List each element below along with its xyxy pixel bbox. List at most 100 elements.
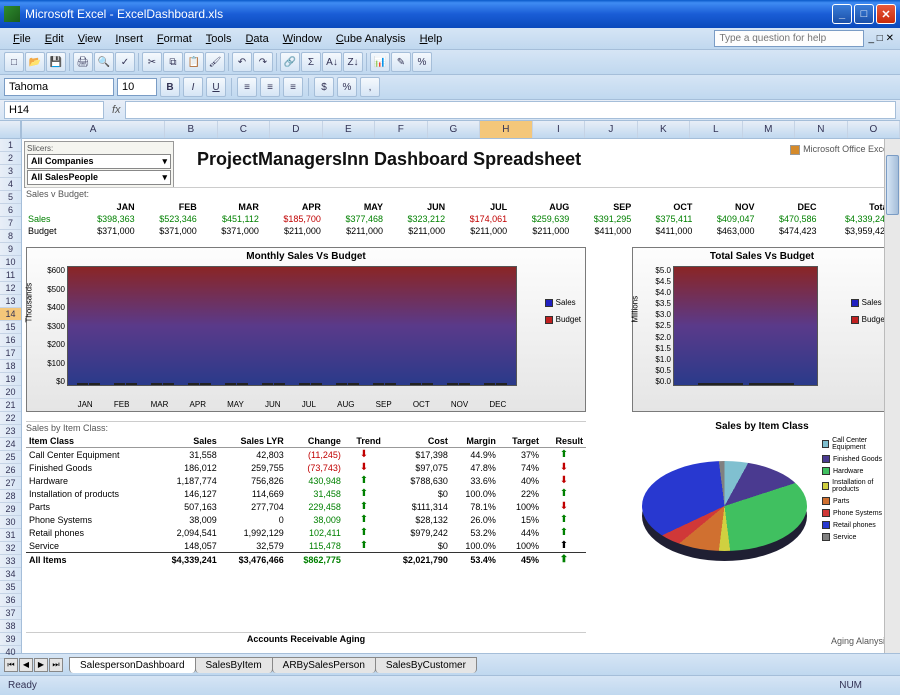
chart-total-sales-vs-budget[interactable]: Total Sales Vs Budget Millions $5.0$4.5$…	[632, 247, 892, 412]
comma-button[interactable]: ,	[360, 77, 380, 97]
menu-window[interactable]: Window	[276, 31, 329, 47]
scrollbar-thumb[interactable]	[886, 155, 899, 215]
slicer-company[interactable]: All Companies▾	[27, 154, 171, 169]
row-header[interactable]: 32	[0, 542, 21, 555]
col-header[interactable]: K	[638, 121, 691, 138]
row-header[interactable]: 5	[0, 191, 21, 204]
bold-button[interactable]: B	[160, 77, 180, 97]
col-header[interactable]: B	[165, 121, 218, 138]
open-icon[interactable]: 📂	[25, 52, 45, 72]
row-header[interactable]: 26	[0, 464, 21, 477]
align-right-button[interactable]: ≡	[283, 77, 303, 97]
sheet-tab-salespersondashboard[interactable]: SalespersonDashboard	[69, 657, 196, 673]
sort-asc-icon[interactable]: A↓	[322, 52, 342, 72]
row-header[interactable]: 16	[0, 334, 21, 347]
row-header[interactable]: 36	[0, 594, 21, 607]
row-header[interactable]: 38	[0, 620, 21, 633]
new-icon[interactable]: □	[4, 52, 24, 72]
cut-icon[interactable]: ✂	[142, 52, 162, 72]
copy-icon[interactable]: ⧉	[163, 52, 183, 72]
row-header[interactable]: 2	[0, 152, 21, 165]
chart-monthly-sales-vs-budget[interactable]: Monthly Sales Vs Budget Thousands $600$5…	[26, 247, 586, 412]
row-header[interactable]: 3	[0, 165, 21, 178]
sheet-tab-arbysalesperson[interactable]: ARBySalesPerson	[272, 657, 376, 673]
print-preview-icon[interactable]: 🔍	[94, 52, 114, 72]
mdi-restore[interactable]: □	[877, 33, 883, 44]
row-header[interactable]: 10	[0, 256, 21, 269]
slicer-salespeople[interactable]: All SalesPeople▾	[27, 170, 171, 185]
col-header[interactable]: F	[375, 121, 428, 138]
sort-desc-icon[interactable]: Z↓	[343, 52, 363, 72]
row-header[interactable]: 27	[0, 477, 21, 490]
help-search-input[interactable]	[714, 30, 864, 47]
col-header[interactable]: H	[480, 121, 533, 138]
row-header[interactable]: 35	[0, 581, 21, 594]
row-header[interactable]: 22	[0, 412, 21, 425]
row-header[interactable]: 21	[0, 399, 21, 412]
hyperlink-icon[interactable]: 🔗	[280, 52, 300, 72]
paste-icon[interactable]: 📋	[184, 52, 204, 72]
col-header[interactable]: G	[428, 121, 481, 138]
col-header[interactable]: O	[848, 121, 900, 138]
tab-last-button[interactable]: ⏭	[49, 658, 63, 672]
menu-help[interactable]: Help	[413, 31, 450, 47]
select-all-corner[interactable]	[0, 121, 21, 139]
undo-icon[interactable]: ↶	[232, 52, 252, 72]
currency-button[interactable]: $	[314, 77, 334, 97]
row-header[interactable]: 31	[0, 529, 21, 542]
row-header[interactable]: 14	[0, 308, 21, 321]
menu-file[interactable]: File	[6, 31, 38, 47]
row-header[interactable]: 34	[0, 568, 21, 581]
col-header[interactable]: C	[218, 121, 271, 138]
percent-button[interactable]: %	[337, 77, 357, 97]
align-center-button[interactable]: ≡	[260, 77, 280, 97]
autosum-icon[interactable]: Σ	[301, 52, 321, 72]
close-button[interactable]: ✕	[876, 4, 896, 24]
row-header[interactable]: 11	[0, 269, 21, 282]
col-header[interactable]: M	[743, 121, 796, 138]
sheet-tab-salesbycustomer[interactable]: SalesByCustomer	[375, 657, 477, 673]
col-header[interactable]: J	[585, 121, 638, 138]
row-header[interactable]: 19	[0, 373, 21, 386]
col-header[interactable]: E	[323, 121, 376, 138]
tab-next-button[interactable]: ▶	[34, 658, 48, 672]
chart-sales-by-item-class-pie[interactable]: Sales by Item Class Call Center Equipmen…	[632, 421, 892, 621]
menu-format[interactable]: Format	[150, 31, 199, 47]
row-header[interactable]: 30	[0, 516, 21, 529]
row-header[interactable]: 18	[0, 360, 21, 373]
menu-tools[interactable]: Tools	[199, 31, 239, 47]
mdi-close[interactable]: ✕	[886, 33, 894, 44]
menu-cube-analysis[interactable]: Cube Analysis	[329, 31, 413, 47]
spell-icon[interactable]: ✓	[115, 52, 135, 72]
tab-prev-button[interactable]: ◀	[19, 658, 33, 672]
row-header[interactable]: 6	[0, 204, 21, 217]
row-header[interactable]: 9	[0, 243, 21, 256]
row-header[interactable]: 8	[0, 230, 21, 243]
menu-view[interactable]: View	[71, 31, 109, 47]
row-header[interactable]: 29	[0, 503, 21, 516]
row-header[interactable]: 24	[0, 438, 21, 451]
row-header[interactable]: 39	[0, 633, 21, 646]
mdi-minimize[interactable]: _	[868, 33, 874, 44]
row-header[interactable]: 28	[0, 490, 21, 503]
sheet-tab-salesbyitem[interactable]: SalesByItem	[195, 657, 273, 673]
menu-data[interactable]: Data	[238, 31, 275, 47]
row-header[interactable]: 13	[0, 295, 21, 308]
format-painter-icon[interactable]: 🖌	[205, 52, 225, 72]
sheet-content[interactable]: Slicers: All Companies▾ All SalesPeople▾…	[22, 139, 900, 652]
row-header[interactable]: 17	[0, 347, 21, 360]
redo-icon[interactable]: ↷	[253, 52, 273, 72]
row-header[interactable]: 37	[0, 607, 21, 620]
tab-first-button[interactable]: ⏮	[4, 658, 18, 672]
name-box[interactable]: H14	[4, 101, 104, 119]
maximize-button[interactable]: □	[854, 4, 874, 24]
formula-bar[interactable]	[125, 101, 896, 119]
row-header[interactable]: 20	[0, 386, 21, 399]
row-header[interactable]: 7	[0, 217, 21, 230]
underline-button[interactable]: U	[206, 77, 226, 97]
minimize-button[interactable]: _	[832, 4, 852, 24]
align-left-button[interactable]: ≡	[237, 77, 257, 97]
drawing-icon[interactable]: ✎	[391, 52, 411, 72]
save-icon[interactable]: 💾	[46, 52, 66, 72]
menu-edit[interactable]: Edit	[38, 31, 71, 47]
